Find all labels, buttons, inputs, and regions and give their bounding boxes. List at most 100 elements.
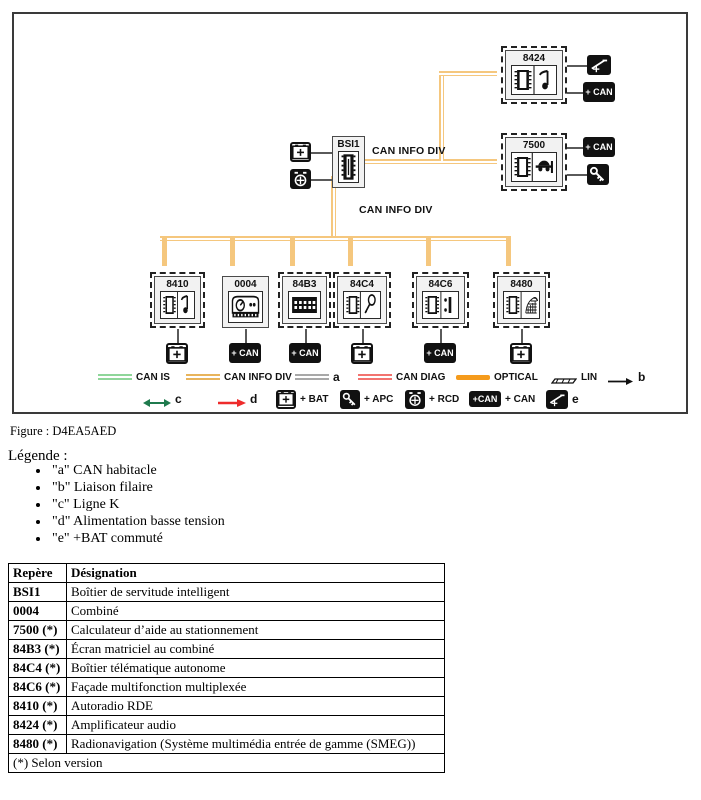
ecu-84C4-body: 84C4	[337, 276, 387, 324]
link-84B3-badge	[305, 329, 307, 343]
badge-switched-bat-8424[interactable]	[587, 55, 611, 75]
cell-designation: Boîtier de servitude intelligent	[66, 582, 445, 602]
legende-list: "a" CAN habitacle "b" Liaison filaire "c…	[8, 462, 225, 547]
battery-icon	[512, 345, 530, 362]
legend-item-can-diag: CAN DIAG	[358, 366, 445, 388]
ecu-7500[interactable]: 7500	[501, 133, 567, 191]
legend-item-a: a	[295, 366, 340, 388]
cluster-icon	[228, 291, 263, 323]
badge-rcd-bsi[interactable]	[290, 169, 311, 189]
can-is-swatch	[98, 373, 132, 382]
table-footnote: (*) Selon version	[8, 753, 445, 773]
ecu-7500-code: 7500	[522, 140, 546, 151]
battery-icon	[276, 389, 296, 409]
link-8424-can	[567, 92, 583, 94]
legend-row-2: c d + BAT + APC + RCD +CAN + CAN e	[28, 388, 676, 410]
table-row: 84C4 (*) Boîtier télématique autonome	[8, 658, 445, 678]
rcd-icon	[291, 170, 310, 188]
cell-repere: 8480 (*)	[8, 734, 67, 754]
badge-can-7500[interactable]: + CAN	[583, 137, 615, 157]
bus-label-main: CAN INFO DIV	[372, 145, 446, 157]
legend-label-can-info-div: CAN INFO DIV	[224, 371, 292, 383]
legend-item-rcd: + RCD	[405, 388, 459, 410]
lin-icon	[550, 377, 578, 384]
link-8480-badge	[521, 329, 523, 343]
badge-bat-84C4[interactable]	[351, 343, 373, 364]
facade-icon	[422, 291, 459, 319]
legend-item-can-is: CAN IS	[98, 366, 170, 388]
badge-can-84B3[interactable]: + CAN	[289, 343, 321, 363]
ecu-84B3[interactable]: 84B3	[278, 272, 331, 328]
link-bsi-bat	[311, 152, 332, 154]
legend-item-optical: OPTICAL	[456, 366, 538, 388]
badge-bat-8410[interactable]	[166, 343, 188, 364]
battery-icon	[168, 345, 186, 362]
ecu-8410[interactable]: 8410	[150, 272, 205, 328]
ecu-8480[interactable]: 8480	[493, 272, 550, 328]
ecu-8480-body: 8480	[497, 276, 546, 324]
cell-designation: Calculateur d’aide au stationnement	[66, 620, 445, 640]
bus-branch-8424-gap	[439, 72, 497, 75]
ecu-84C4[interactable]: 84C4	[333, 272, 391, 328]
radio-icon	[160, 291, 195, 319]
legend-label-can-is: CAN IS	[136, 371, 170, 383]
ecu-0004-code: 0004	[234, 279, 257, 290]
apc-key-icon	[588, 165, 608, 184]
legend-label-c: c	[175, 392, 182, 406]
apc-key-icon	[340, 389, 360, 409]
cell-designation: Radionavigation (Système multimédia entr…	[66, 734, 445, 754]
d-arrow-swatch	[218, 395, 246, 407]
ecu-84C6[interactable]: 84C6	[412, 272, 469, 328]
table-row: 0004 Combiné	[8, 601, 445, 621]
switched-bat-icon	[588, 56, 610, 74]
badge-can-8424[interactable]: + CAN	[583, 82, 615, 102]
bus-drop-8410	[162, 236, 167, 266]
cell-repere: BSI1	[8, 582, 67, 602]
bus-distribution-bar-gap	[160, 237, 510, 240]
legend-item-apc: + APC	[340, 388, 393, 410]
link-84C6-badge	[440, 329, 442, 343]
legend-label-can-diag: CAN DIAG	[396, 371, 446, 383]
ecu-84C6-body: 84C6	[416, 276, 465, 324]
bus-right-main-gap	[362, 160, 497, 163]
rcd-icon	[405, 389, 425, 409]
legend-label-lin: LIN	[581, 371, 598, 383]
ecu-0004[interactable]: 0004	[222, 276, 269, 328]
ecu-0004-body: 0004	[222, 276, 269, 328]
ecu-8424-code: 8424	[522, 53, 546, 64]
table-row: 84B3 (*) Écran matriciel au combiné	[8, 639, 445, 659]
table-row: 8424 (*) Amplificateur audio	[8, 715, 445, 735]
legend-label-b: b	[638, 370, 646, 384]
badge-bat-8480[interactable]	[510, 343, 532, 364]
badge-bat-bsi[interactable]	[290, 142, 311, 162]
table-row: 7500 (*) Calculateur d’aide au stationne…	[8, 620, 445, 640]
list-item: "e" +BAT commuté	[50, 530, 225, 547]
ecu-BSI1-body: BSI1	[332, 136, 365, 188]
badge-apc-7500[interactable]	[587, 164, 609, 185]
can-info-div-swatch	[186, 373, 220, 382]
ecu-7500-body: 7500	[505, 137, 563, 187]
badge-can-84C6[interactable]: + CAN	[424, 343, 456, 363]
cell-repere: 84B3 (*)	[8, 639, 67, 659]
link-8410-badge	[177, 329, 179, 343]
ecu-BSI1-code: BSI1	[337, 139, 360, 150]
cell-repere: 8410 (*)	[8, 696, 67, 716]
cell-repere: 8424 (*)	[8, 715, 67, 735]
table-row: 84C6 (*) Façade multifonction multiplexé…	[8, 677, 445, 697]
cell-designation: Amplificateur audio	[66, 715, 445, 735]
ecu-BSI1[interactable]: BSI1	[332, 136, 365, 188]
badge-can-0004[interactable]: + CAN	[229, 343, 261, 363]
arrow-right-icon	[218, 398, 246, 407]
bus-drop-84C6	[426, 236, 431, 266]
link-7500-can	[567, 147, 583, 149]
legend-item-e: e	[546, 388, 579, 410]
legend-item-bat: + BAT	[276, 388, 328, 410]
bus-label-lower: CAN INFO DIV	[359, 204, 433, 216]
a-swatch	[295, 373, 329, 382]
link-0004-badge	[245, 329, 247, 343]
link-7500-apc	[567, 174, 587, 176]
legend-item-lin: LIN	[550, 366, 598, 388]
table-row: 8410 (*) Autoradio RDE	[8, 696, 445, 716]
ecu-8424[interactable]: 8424	[501, 46, 567, 104]
repere-table: Repère Désignation BSI1 Boîtier de servi…	[8, 563, 445, 773]
